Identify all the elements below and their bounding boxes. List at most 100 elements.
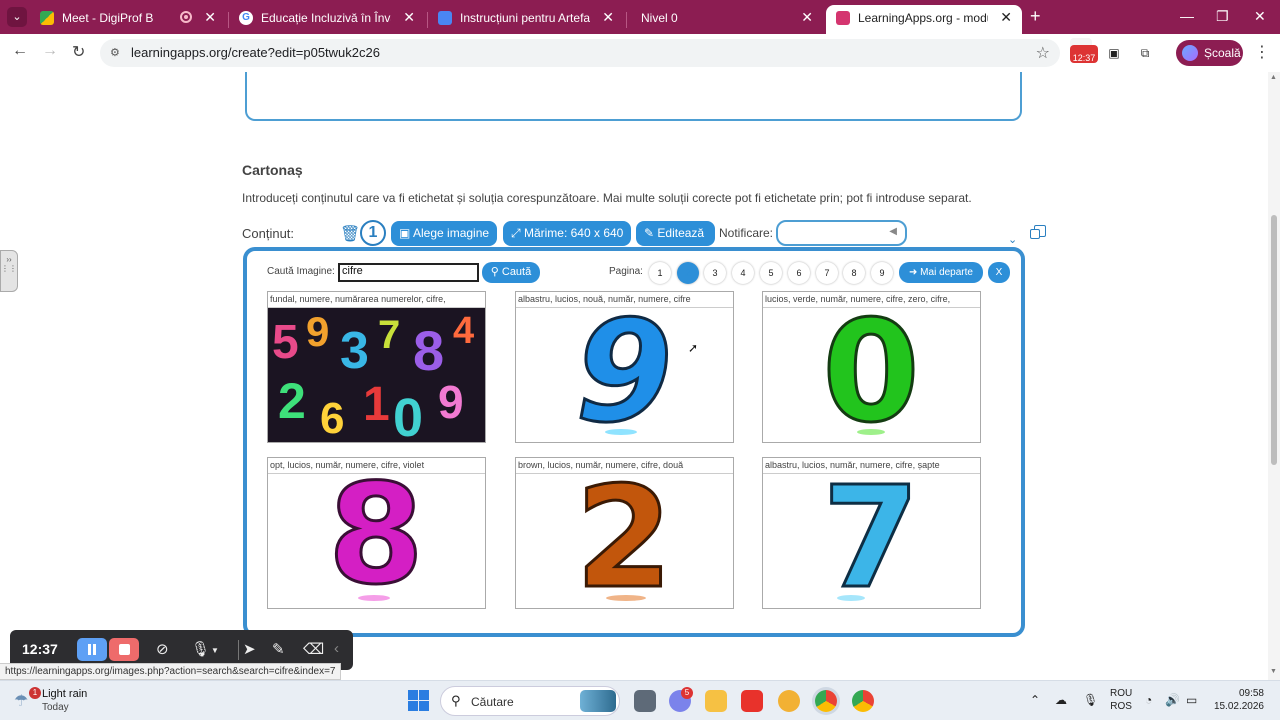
- battery-icon[interactable]: ▭: [1186, 693, 1197, 707]
- weather-widget[interactable]: ☂ 1 Light rain Today: [14, 687, 114, 715]
- eraser-icon[interactable]: ⌫: [303, 640, 324, 658]
- file-explorer-icon[interactable]: [705, 690, 727, 712]
- digit-zero-image[interactable]: 0: [763, 308, 980, 442]
- pagination-label: Pagina:: [609, 266, 643, 277]
- pause-button[interactable]: [77, 638, 107, 661]
- pen-icon[interactable]: ✎: [272, 640, 285, 658]
- clock-date: 15.02.2026: [1213, 701, 1264, 712]
- next-page-button[interactable]: ➜ Mai departe: [899, 262, 983, 283]
- close-tab-icon[interactable]: ✕: [1000, 9, 1012, 26]
- page-button[interactable]: 3: [704, 262, 726, 284]
- page-button[interactable]: 6: [788, 262, 810, 284]
- collapse-icon[interactable]: ‹: [334, 640, 339, 657]
- page-button[interactable]: 7: [816, 262, 838, 284]
- svg-text:2: 2: [575, 474, 672, 608]
- new-tab-icon[interactable]: +: [1030, 6, 1041, 27]
- scroll-down-icon[interactable]: ▼: [1270, 668, 1277, 675]
- image-search-input[interactable]: cifre: [338, 263, 479, 282]
- tab-instructiuni[interactable]: Instrucțiuni pentru Artefactele s ✕: [428, 5, 624, 34]
- profile-button[interactable]: Școală: [1176, 40, 1243, 66]
- scroll-up-icon[interactable]: ▲: [1270, 74, 1277, 81]
- close-panel-button[interactable]: X: [988, 262, 1010, 283]
- search-icon: ⚲: [451, 693, 461, 708]
- windows-start-icon[interactable]: [408, 690, 429, 711]
- close-tab-icon[interactable]: ✕: [801, 9, 813, 26]
- extensions-puzzle-icon[interactable]: ⧉: [1134, 42, 1156, 64]
- previous-input-box[interactable]: [245, 72, 1022, 121]
- microphone-icon[interactable]: 🎙: [1083, 693, 1098, 707]
- edit-button[interactable]: ✎ Editează: [636, 221, 715, 246]
- system-clock[interactable]: 09:58 15.02.2026: [1212, 687, 1264, 713]
- wifi-icon[interactable]: ◔: [1145, 693, 1152, 707]
- tab-educatie[interactable]: G Educație Incluzivă în Învățarea D ✕: [229, 5, 425, 34]
- tray-chevron-icon[interactable]: ⌃: [1030, 693, 1040, 707]
- window-close-icon[interactable]: ✕: [1254, 8, 1266, 25]
- digit-seven-image[interactable]: 7: [763, 474, 980, 608]
- copy-icon[interactable]: [1030, 225, 1046, 239]
- chrome-icon[interactable]: [852, 690, 874, 712]
- address-bar[interactable]: ⚙ learningapps.org/create?edit=p05twuk2c…: [100, 39, 1060, 67]
- numbers-background-image[interactable]: 5 9 3 7 8 4 2 6 1 0 9: [268, 308, 485, 442]
- trash-icon[interactable]: 🗑: [340, 224, 360, 244]
- notification-input[interactable]: ◀: [776, 220, 907, 246]
- page-button[interactable]: 8: [843, 262, 865, 284]
- side-panel-handle[interactable]: ›› ⋮⋮: [0, 250, 18, 292]
- tab-meet[interactable]: Meet - DigiProf B ✕: [30, 5, 226, 34]
- speaker-icon[interactable]: ◀: [889, 226, 897, 237]
- back-icon[interactable]: ←: [12, 42, 28, 60]
- onedrive-icon[interactable]: ☁: [1055, 693, 1067, 707]
- tab-search-button[interactable]: ⌄: [7, 7, 27, 27]
- pointer-icon[interactable]: ➤: [243, 640, 256, 658]
- extension-icon[interactable]: ▣: [1103, 42, 1125, 64]
- page-button-active[interactable]: 2: [677, 262, 699, 284]
- size-button[interactable]: ⤢ Mărime: 640 x 640: [503, 221, 631, 246]
- url-text[interactable]: learningapps.org/create?edit=p05twuk2c26: [131, 45, 380, 60]
- image-result-card[interactable]: lucios, verde, număr, numere, cifre, zer…: [762, 291, 981, 443]
- site-info-icon[interactable]: ⚙: [110, 46, 120, 59]
- close-tab-icon[interactable]: ✕: [602, 9, 614, 26]
- camera-off-icon[interactable]: ⊘: [156, 640, 169, 658]
- restore-icon[interactable]: ❐: [1216, 8, 1229, 25]
- page-button[interactable]: 4: [732, 262, 754, 284]
- language-indicator[interactable]: ROU ROS: [1110, 687, 1132, 713]
- divider: [238, 640, 239, 660]
- image-result-card[interactable]: albastru, lucios, nouă, număr, numere, c…: [515, 291, 734, 443]
- image-result-card[interactable]: albastru, lucios, număr, numere, cifre, …: [762, 457, 981, 609]
- image-result-card[interactable]: opt, lucios, număr, numere, cifre, viole…: [267, 457, 486, 609]
- image-result-card[interactable]: brown, lucios, număr, numere, cifre, dou…: [515, 457, 734, 609]
- forward-icon[interactable]: →: [42, 42, 58, 60]
- page-button[interactable]: 9: [871, 262, 893, 284]
- page-button[interactable]: 5: [760, 262, 782, 284]
- wps-office-icon[interactable]: [741, 690, 763, 712]
- bing-scene-icon[interactable]: [580, 690, 616, 712]
- task-view-icon[interactable]: [634, 690, 656, 712]
- digit-eight-image[interactable]: 8: [268, 474, 485, 608]
- chrome-icon-active[interactable]: [815, 690, 837, 712]
- image-result-card[interactable]: fundal, numere, numărarea numerelor, cif…: [267, 291, 486, 443]
- button-label: Editează: [657, 226, 705, 240]
- volume-icon[interactable]: 🔊: [1165, 693, 1180, 707]
- menu-icon[interactable]: ⋮: [1254, 42, 1270, 62]
- digit-two-image[interactable]: 2: [516, 474, 733, 608]
- search-button[interactable]: ⚲ Caută: [482, 262, 540, 283]
- svg-text:9: 9: [575, 308, 672, 442]
- svg-text:7: 7: [822, 474, 919, 608]
- minimize-icon[interactable]: —: [1180, 8, 1194, 24]
- reload-icon[interactable]: ↻: [72, 42, 85, 62]
- close-tab-icon[interactable]: ✕: [204, 9, 216, 26]
- page-button[interactable]: 1: [649, 262, 671, 284]
- page-scrollbar[interactable]: ▲ ▼: [1268, 72, 1280, 680]
- chevron-down-icon[interactable]: ▼: [211, 646, 219, 655]
- app-icon[interactable]: [778, 690, 800, 712]
- scrollbar-thumb[interactable]: [1271, 215, 1277, 465]
- bookmark-star-icon[interactable]: ☆: [1036, 43, 1050, 63]
- close-tab-icon[interactable]: ✕: [403, 9, 415, 26]
- chevron-down-icon[interactable]: ⌄: [1008, 233, 1017, 246]
- digit-nine-image[interactable]: 9: [516, 308, 733, 442]
- tab-learningapps[interactable]: LearningApps.org - module de ✕: [826, 5, 1022, 34]
- stop-button[interactable]: [109, 638, 139, 661]
- microphone-icon[interactable]: 🎙: [191, 640, 210, 658]
- choose-image-button[interactable]: ▣ Alege imagine: [391, 221, 497, 246]
- tab-nivel[interactable]: Nivel 0 ✕: [627, 5, 823, 34]
- resize-icon: ⤢: [511, 226, 521, 240]
